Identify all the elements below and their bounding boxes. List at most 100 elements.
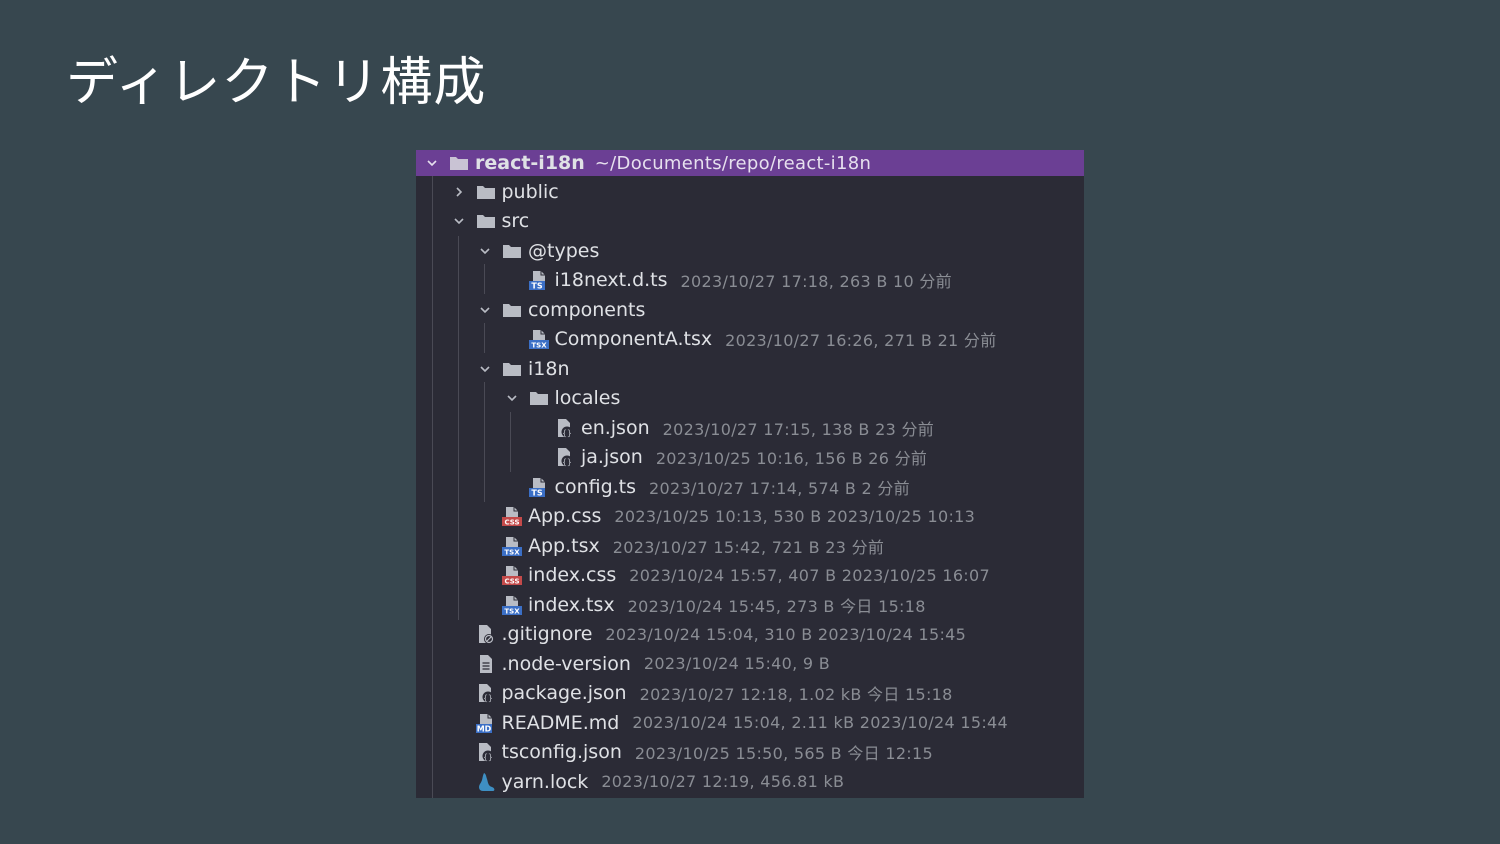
tsx-file-icon: TSX bbox=[501, 594, 523, 616]
tree-row[interactable]: CSS index.css 2023/10/24 15:57, 407 B 2023… bbox=[416, 561, 1084, 591]
file-meta: 2023/10/24 15:04, 310 B 2023/10/24 15:45 bbox=[605, 624, 967, 644]
file-meta: 2023/10/27 15:42, 721 B 23 分前 bbox=[612, 537, 885, 557]
file-meta: 2023/10/24 15:57, 407 B 2023/10/25 16:07 bbox=[629, 565, 990, 585]
typescript-file-icon: TS bbox=[528, 269, 550, 291]
folder-name: @types bbox=[528, 239, 600, 262]
folder-icon bbox=[448, 152, 470, 174]
file-meta: 2023/10/27 17:18, 263 B 10 分前 bbox=[680, 272, 952, 292]
markdown-file-icon: MD bbox=[475, 712, 497, 734]
folder-name: i18n bbox=[528, 357, 570, 380]
chevron-down-icon[interactable] bbox=[477, 243, 493, 259]
file-name: index.tsx bbox=[528, 593, 615, 616]
svg-text:CSS: CSS bbox=[504, 519, 519, 527]
file-name: App.css bbox=[528, 505, 602, 528]
folder-icon bbox=[501, 299, 523, 321]
slide-title: ディレクトリ構成 bbox=[66, 53, 487, 113]
file-name: en.json bbox=[581, 416, 650, 439]
tsx-file-icon: TSX bbox=[501, 535, 523, 557]
svg-text:TSX: TSX bbox=[504, 548, 520, 556]
file-name: ja.json bbox=[581, 446, 643, 469]
tree-row[interactable]: i18n bbox=[416, 354, 1084, 384]
file-meta: 2023/10/27 16:26, 271 B 21 分前 bbox=[725, 331, 997, 351]
folder-name: locales bbox=[554, 387, 621, 410]
file-name: i18next.d.ts bbox=[554, 269, 668, 292]
tree-row[interactable]: MD README.md 2023/10/24 15:04, 2.11 kB 202… bbox=[416, 708, 1084, 738]
file-name: .node-version bbox=[501, 652, 631, 675]
css-file-icon: CSS bbox=[501, 505, 523, 527]
folder-icon bbox=[501, 240, 523, 262]
chevron-down-icon[interactable] bbox=[477, 361, 493, 377]
text-file-icon bbox=[475, 653, 497, 675]
file-meta: 2023/10/27 17:15, 138 B 23 分前 bbox=[662, 419, 935, 439]
file-meta: 2023/10/25 10:13, 530 B 2023/10/25 10:13 bbox=[614, 506, 976, 526]
file-name: App.tsx bbox=[528, 534, 600, 557]
file-meta: 2023/10/25 15:50, 565 B 今日 12:15 bbox=[634, 744, 933, 764]
chevron-right-icon[interactable] bbox=[451, 184, 467, 200]
tree-row[interactable]: TSX index.tsx 2023/10/24 15:45, 273 B 今日 1… bbox=[416, 590, 1084, 620]
tree-row[interactable]: TS i18next.d.ts 2023/10/27 17:18, 263 B 10… bbox=[416, 266, 1084, 296]
tree-row[interactable]: .node-version 2023/10/24 15:40, 9 B bbox=[416, 649, 1084, 679]
root-folder-name: react-i18n bbox=[475, 152, 585, 174]
folder-name: src bbox=[501, 210, 530, 233]
file-name: index.css bbox=[528, 564, 617, 587]
folder-name: public bbox=[501, 180, 559, 203]
tree-row[interactable]: {} package.json 2023/10/27 12:18, 1.02 kB … bbox=[416, 679, 1084, 709]
svg-text:TS: TS bbox=[531, 488, 542, 497]
file-meta: 2023/10/27 12:18, 1.02 kB 今日 15:18 bbox=[639, 685, 953, 705]
tree-row[interactable]: {} ja.json 2023/10/25 10:16, 156 B 26 分前 bbox=[416, 443, 1084, 473]
file-name: package.json bbox=[501, 682, 627, 705]
tree-row[interactable]: src bbox=[416, 207, 1084, 237]
tree-root-row[interactable]: react-i18n ~/Documents/repo/react-i18n bbox=[416, 150, 1084, 176]
chevron-down-icon[interactable] bbox=[424, 155, 440, 171]
file-name: config.ts bbox=[554, 475, 637, 498]
tree-row[interactable]: @types bbox=[416, 236, 1084, 266]
file-name: yarn.lock bbox=[501, 770, 589, 793]
chevron-down-icon[interactable] bbox=[451, 213, 467, 229]
chevron-down-icon[interactable] bbox=[477, 302, 493, 318]
tree-row[interactable]: .gitignore 2023/10/24 15:04, 310 B 2023/1… bbox=[416, 620, 1084, 650]
svg-text:{}: {} bbox=[562, 428, 572, 437]
file-meta: 2023/10/24 15:40, 9 B bbox=[643, 654, 831, 674]
svg-text:{}: {} bbox=[483, 694, 493, 703]
json-file-icon: {} bbox=[554, 417, 576, 439]
folder-icon bbox=[475, 210, 497, 232]
typescript-file-icon: TS bbox=[528, 476, 550, 498]
root-folder-path: ~/Documents/repo/react-i18n bbox=[594, 152, 872, 174]
tree-row[interactable]: components bbox=[416, 295, 1084, 325]
svg-text:{}: {} bbox=[483, 753, 493, 762]
tree-row[interactable]: locales bbox=[416, 384, 1084, 414]
file-meta: 2023/10/25 10:16, 156 B 26 分前 bbox=[655, 449, 928, 469]
tree-row[interactable]: CSS App.css 2023/10/25 10:13, 530 B 2023/1… bbox=[416, 502, 1084, 532]
file-meta: 2023/10/24 15:04, 2.11 kB 2023/10/24 15:… bbox=[632, 713, 1008, 733]
tree-row[interactable]: TS config.ts 2023/10/27 17:14, 574 B 2 分前 bbox=[416, 472, 1084, 502]
svg-text:TSX: TSX bbox=[531, 342, 547, 350]
tsx-file-icon: TSX bbox=[528, 328, 550, 350]
tree-row[interactable]: {} en.json 2023/10/27 17:15, 138 B 23 分前 bbox=[416, 413, 1084, 443]
file-name: README.md bbox=[501, 711, 620, 734]
file-meta: 2023/10/27 12:19, 456.81 kB bbox=[601, 772, 845, 792]
svg-text:CSS: CSS bbox=[504, 578, 519, 586]
yarn-icon bbox=[475, 771, 497, 793]
svg-text:MD: MD bbox=[476, 724, 491, 733]
css-file-icon: CSS bbox=[501, 564, 523, 586]
file-name: .gitignore bbox=[501, 623, 593, 646]
tree-row[interactable]: public bbox=[416, 177, 1084, 207]
json-file-icon: {} bbox=[554, 446, 576, 468]
file-meta: 2023/10/27 17:14, 574 B 2 分前 bbox=[649, 478, 910, 498]
svg-text:{}: {} bbox=[562, 458, 572, 467]
svg-text:TS: TS bbox=[531, 282, 542, 291]
json-file-icon: {} bbox=[475, 741, 497, 763]
tree-row[interactable]: yarn.lock 2023/10/27 12:19, 456.81 kB bbox=[416, 767, 1084, 797]
folder-icon bbox=[501, 358, 523, 380]
chevron-down-icon[interactable] bbox=[504, 390, 520, 406]
gitignore-file-icon bbox=[475, 623, 497, 645]
tree-row[interactable]: TSX ComponentA.tsx 2023/10/27 16:26, 271 B… bbox=[416, 325, 1084, 355]
json-file-icon: {} bbox=[475, 682, 497, 704]
tree-row[interactable]: {} tsconfig.json 2023/10/25 15:50, 565 B 今… bbox=[416, 738, 1084, 768]
file-name: ComponentA.tsx bbox=[554, 328, 713, 351]
file-meta: 2023/10/24 15:45, 273 B 今日 15:18 bbox=[627, 596, 926, 616]
tree-row[interactable]: TSX App.tsx 2023/10/27 15:42, 721 B 23 分前 bbox=[416, 531, 1084, 561]
folder-icon bbox=[475, 181, 497, 203]
svg-text:TSX: TSX bbox=[504, 607, 520, 615]
project-tree[interactable]: react-i18n ~/Documents/repo/react-i18n p… bbox=[416, 150, 1084, 798]
